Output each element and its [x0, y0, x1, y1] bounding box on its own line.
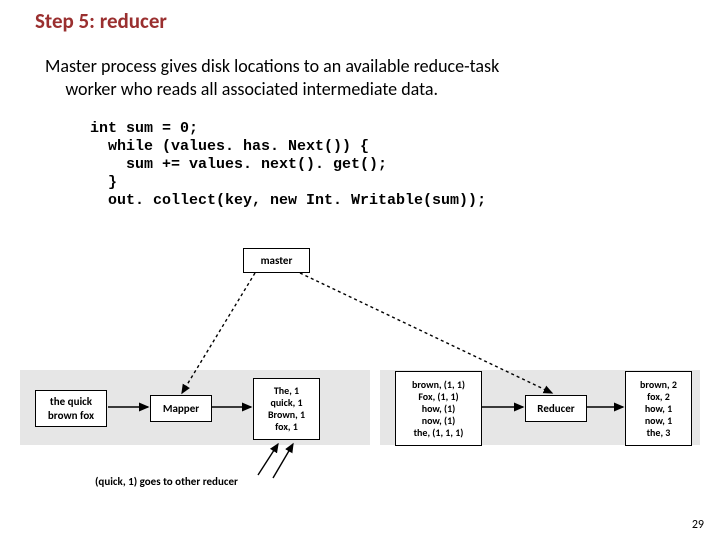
- slide-title: Step 5: reducer: [35, 8, 167, 34]
- code-block: int sum = 0; while (values. has. Next())…: [90, 120, 486, 210]
- reducer-box: Reducer: [525, 395, 587, 422]
- description: Master process gives disk locations to a…: [45, 55, 499, 102]
- desc-line2: worker who reads all associated intermed…: [65, 78, 438, 100]
- grouped-box: brown, (1, 1) Fox, (1, 1) how, (1) now, …: [395, 371, 482, 446]
- mapped-box: The, 1 quick, 1 Brown, 1 fox, 1: [253, 378, 320, 440]
- other-reducer-note: (quick, 1) goes to other reducer: [95, 475, 238, 488]
- master-box: master: [243, 248, 310, 273]
- desc-line1: Master process gives disk locations to a…: [45, 55, 499, 77]
- input-box: the quick brown fox: [35, 390, 107, 427]
- mapper-box: Mapper: [150, 395, 212, 422]
- page-number: 29: [692, 518, 704, 532]
- output-box: brown, 2 fox, 2 how, 1 now, 1 the, 3: [625, 371, 692, 446]
